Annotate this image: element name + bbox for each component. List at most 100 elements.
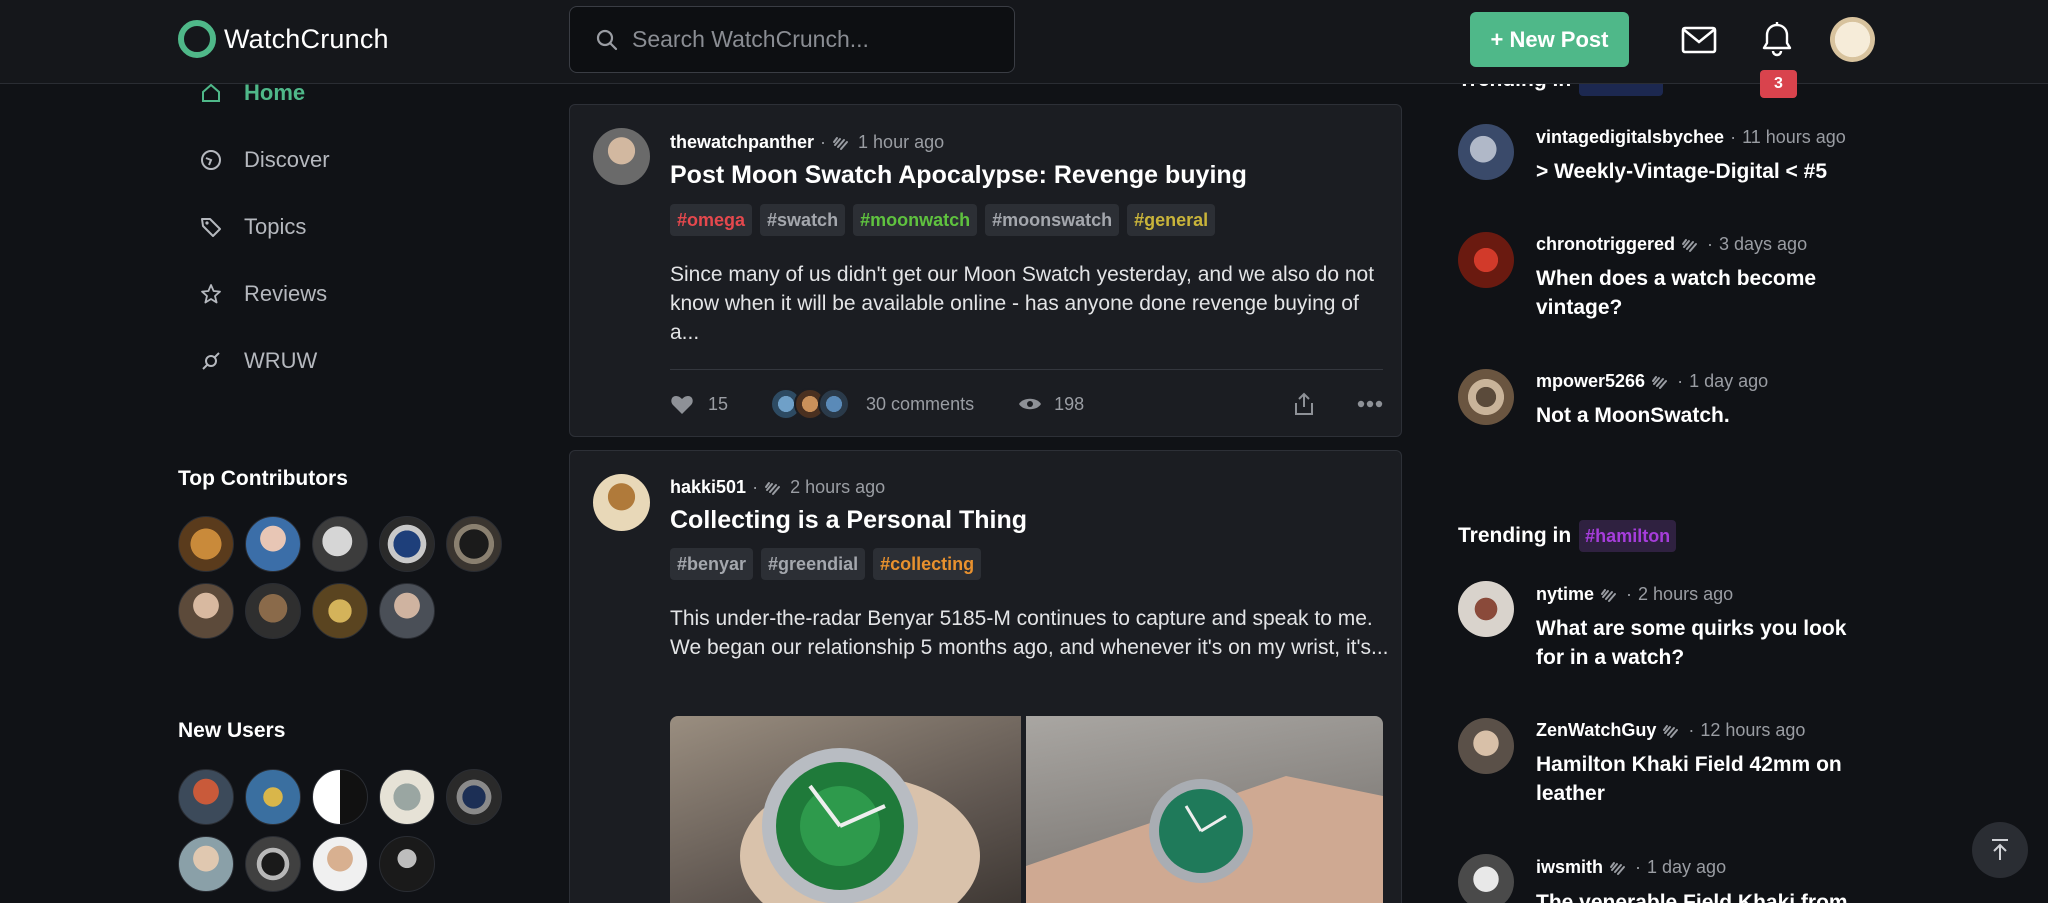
post-card[interactable]: thewatchpanther · 1 hour ago Post Moon S…	[569, 104, 1402, 437]
new-user-avatar[interactable]	[379, 769, 435, 825]
new-user-avatar[interactable]	[312, 836, 368, 892]
trending-author[interactable]: vintagedigitalsbychee	[1536, 127, 1724, 148]
post-title[interactable]: Collecting is a Personal Thing	[670, 506, 1027, 535]
notification-badge: 3	[1760, 70, 1797, 98]
sidebar-item-wruw[interactable]: WRUW	[200, 348, 317, 374]
trending-avatar[interactable]	[1458, 854, 1514, 903]
logo[interactable]: WatchCrunch	[178, 20, 389, 58]
contributor-avatar[interactable]	[312, 516, 368, 572]
post-card[interactable]: hakki501 · 2 hours ago Collecting is a P…	[569, 450, 1402, 903]
tag-swatch[interactable]: #swatch	[760, 204, 846, 236]
trending-meta: ZenWatchGuy · 12 hours ago	[1536, 720, 1805, 741]
meta-separator: ·	[752, 477, 759, 497]
contributor-avatar[interactable]	[312, 583, 368, 639]
post-tags: #omega #swatch #moonwatch #moonswatch #g…	[670, 204, 1216, 236]
search-input[interactable]: Search WatchCrunch...	[569, 6, 1015, 73]
contributor-avatar[interactable]	[245, 516, 301, 572]
tag-omega[interactable]: #omega	[670, 204, 753, 236]
trending-post-title[interactable]: > Weekly-Vintage-Digital < #5	[1536, 157, 1866, 186]
user-avatar[interactable]	[1830, 17, 1875, 62]
bell-icon	[1762, 22, 1792, 57]
new-user-avatar[interactable]	[312, 769, 368, 825]
trending-meta: iwsmith · 1 day ago	[1536, 857, 1726, 878]
new-user-avatar[interactable]	[245, 836, 301, 892]
tag-greendial[interactable]: #greendial	[761, 548, 866, 580]
tag-moonswatch[interactable]: #moonswatch	[985, 204, 1120, 236]
meta-separator: ·	[820, 132, 827, 152]
sidebar-item-reviews[interactable]: Reviews	[200, 281, 327, 307]
notifications-button[interactable]	[1757, 20, 1797, 60]
top-contributors-heading: Top Contributors	[178, 467, 348, 490]
share-icon[interactable]	[1293, 392, 1315, 416]
sidebar-item-label: Discover	[244, 147, 330, 172]
trending-avatar[interactable]	[1458, 718, 1514, 774]
contributor-avatar[interactable]	[178, 583, 234, 639]
contributor-avatar[interactable]	[446, 516, 502, 572]
trending-avatar[interactable]	[1458, 369, 1514, 425]
trending-post-title[interactable]: The venerable Field Khaki from	[1536, 888, 1866, 903]
trending-time: 2 hours ago	[1638, 584, 1734, 604]
sidebar-item-discover[interactable]: Discover	[200, 147, 330, 173]
trending-author[interactable]: mpower5266	[1536, 371, 1645, 392]
trending-post-title[interactable]: When does a watch become vintage?	[1536, 264, 1866, 322]
trending-time: 11 hours ago	[1742, 127, 1846, 147]
eye-icon	[1019, 398, 1042, 410]
trending-author[interactable]: nytime	[1536, 584, 1594, 605]
wave-hand-icon	[1663, 724, 1679, 738]
new-user-avatar[interactable]	[178, 836, 234, 892]
author-avatar[interactable]	[593, 128, 650, 185]
heart-icon[interactable]	[670, 393, 694, 415]
post-excerpt[interactable]: Since many of us didn't get our Moon Swa…	[670, 260, 1390, 347]
trending-post-title[interactable]: Not a MoonSwatch.	[1536, 401, 1866, 430]
more-icon[interactable]	[1357, 400, 1383, 408]
search-icon	[596, 29, 618, 50]
trending-author[interactable]: iwsmith	[1536, 857, 1603, 878]
post-image[interactable]	[1026, 716, 1383, 903]
watch-photo	[740, 748, 980, 903]
post-meta: thewatchpanther · 1 hour ago	[670, 132, 944, 153]
tag-collecting[interactable]: #collecting	[873, 548, 982, 580]
meta-separator: ·	[1677, 371, 1684, 391]
contributor-avatar[interactable]	[245, 583, 301, 639]
trending-heading: Trending in #hamilton	[1458, 520, 1677, 552]
trending-avatar[interactable]	[1458, 124, 1514, 180]
author-name[interactable]: hakki501	[670, 477, 746, 498]
sidebar-item-label: WRUW	[244, 348, 318, 373]
new-user-avatar[interactable]	[379, 836, 435, 892]
wave-hand-icon	[765, 481, 781, 495]
new-user-avatar[interactable]	[245, 769, 301, 825]
sidebar-item-topics[interactable]: Topics	[200, 214, 306, 240]
trending-post-title[interactable]: What are some quirks you look for in a w…	[1536, 614, 1866, 672]
trending-author[interactable]: ZenWatchGuy	[1536, 720, 1656, 741]
comments-link[interactable]: 30 comments	[866, 394, 974, 415]
messages-button[interactable]	[1679, 20, 1719, 60]
author-name[interactable]: thewatchpanther	[670, 132, 814, 153]
trending-avatar[interactable]	[1458, 581, 1514, 637]
post-actions: 15 30 comments 198	[670, 386, 1383, 422]
new-post-button[interactable]: + New Post	[1470, 12, 1629, 67]
view-count: 198	[1054, 393, 1085, 414]
divider	[670, 369, 1383, 370]
new-user-avatar[interactable]	[178, 769, 234, 825]
post-image[interactable]	[670, 716, 1021, 903]
trending-author[interactable]: chronotriggered	[1536, 234, 1675, 255]
author-avatar[interactable]	[593, 474, 650, 531]
trending-post-title[interactable]: Hamilton Khaki Field 42mm on leather	[1536, 750, 1866, 808]
contributor-avatar[interactable]	[379, 516, 435, 572]
wave-hand-icon	[1652, 375, 1668, 389]
tag-benyar[interactable]: #benyar	[670, 548, 754, 580]
wave-hand-icon	[1682, 238, 1698, 252]
trending-meta: nytime · 2 hours ago	[1536, 584, 1733, 605]
scroll-to-top-button[interactable]	[1972, 822, 2028, 878]
trending-avatar[interactable]	[1458, 232, 1514, 288]
tag-general[interactable]: #general	[1127, 204, 1216, 236]
contributor-avatar[interactable]	[178, 516, 234, 572]
post-title[interactable]: Post Moon Swatch Apocalypse: Revenge buy…	[670, 161, 1247, 190]
new-user-avatar[interactable]	[446, 769, 502, 825]
new-users-heading: New Users	[178, 719, 286, 742]
like-count: 15	[708, 393, 729, 414]
tag-moonwatch[interactable]: #moonwatch	[853, 204, 978, 236]
contributor-avatar[interactable]	[379, 583, 435, 639]
trending-tag[interactable]: #hamilton	[1579, 520, 1677, 552]
post-excerpt[interactable]: This under-the-radar Benyar 5185-M conti…	[670, 604, 1390, 662]
